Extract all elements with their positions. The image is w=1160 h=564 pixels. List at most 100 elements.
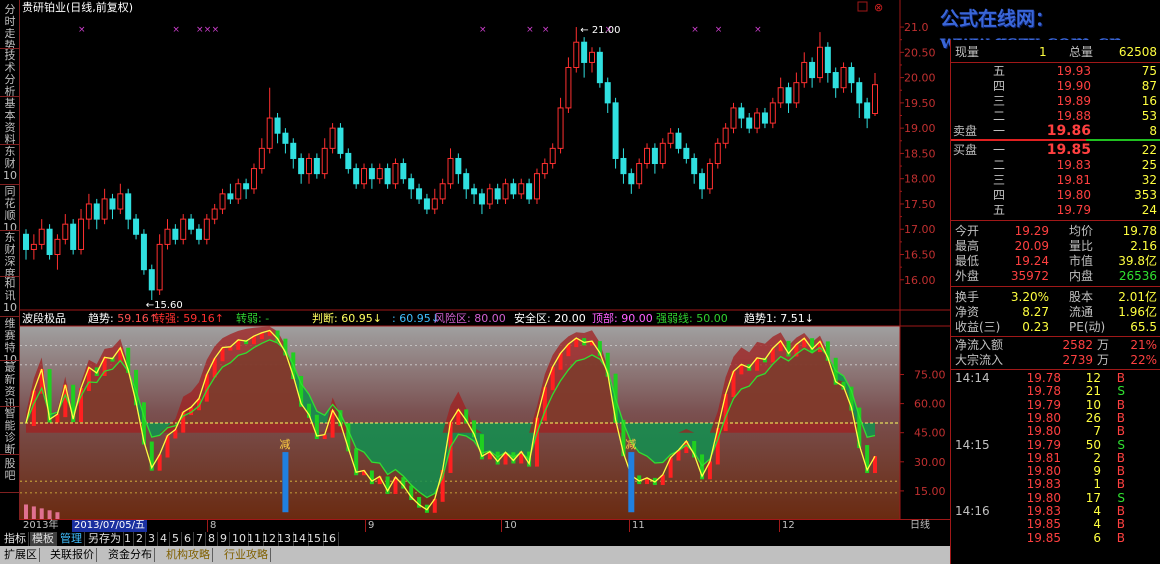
toolbar-item-5[interactable]: 2 xyxy=(134,532,146,546)
bottom-tab-0[interactable]: 扩展区 xyxy=(2,548,40,562)
candle-body xyxy=(188,218,195,230)
price-tick-label: 20.00 xyxy=(904,72,936,85)
cell: 19.86 xyxy=(1046,123,1091,139)
kline-chart-area[interactable]: 21.0 20.50 20.00 19.50 19.00 18.50 18.00 17.50 1… xyxy=(20,0,950,520)
candle-body xyxy=(714,142,721,165)
cell: 流通 xyxy=(1069,305,1094,319)
toolbar-item-12[interactable]: 9 xyxy=(218,532,230,546)
candle-body xyxy=(518,183,525,195)
toolbar-item-8[interactable]: 5 xyxy=(170,532,182,546)
logo: 公式在线网：www.gszx.com.cn xyxy=(936,0,1160,53)
cell: PE(动) xyxy=(1069,320,1106,334)
signal-mark: × xyxy=(196,25,204,35)
price-min-label: ←15.60 xyxy=(146,300,183,311)
left-tab-7[interactable]: 维赛特10 xyxy=(2,318,18,366)
candle-body xyxy=(93,203,100,220)
tick-row: 19.85 6 B xyxy=(951,531,1160,546)
toolbar-item-6[interactable]: 3 xyxy=(146,532,158,546)
left-tab-1[interactable]: 技术分析 xyxy=(2,50,18,98)
toolbar-item-7[interactable]: 4 xyxy=(158,532,170,546)
signal-mark: × xyxy=(78,25,86,35)
candle-body xyxy=(510,183,517,195)
candle-body xyxy=(408,178,415,190)
separator xyxy=(951,286,1160,287)
left-tab-4[interactable]: 同花顺10 xyxy=(2,186,18,234)
candle-body xyxy=(659,142,666,165)
bottom-tab-1[interactable]: 关联报价 xyxy=(48,548,97,562)
ask-row: 卖盘 一 19.86 8 xyxy=(951,124,1160,139)
toolbar-item-0[interactable]: 指标 xyxy=(2,532,29,546)
toolbar-item-3[interactable]: 另存为 xyxy=(86,532,124,546)
toolbar-item-1[interactable]: 模板 xyxy=(30,532,57,546)
candle-body xyxy=(589,51,595,63)
left-tab-5[interactable]: 东财深度 xyxy=(2,232,18,280)
indicator-item-5: 风险区: 80.00 xyxy=(434,311,506,325)
price-tick-label: 19.50 xyxy=(904,97,936,110)
left-tab-8[interactable]: 最新资讯 xyxy=(2,362,18,410)
left-tab-6[interactable]: 和讯10 xyxy=(2,278,18,314)
toolbar-item-4[interactable]: 1 xyxy=(122,532,134,546)
cell: 22 xyxy=(1141,143,1157,157)
cell: 26536 xyxy=(1118,269,1157,283)
cell: 一 xyxy=(993,143,1006,157)
signal-mark: × xyxy=(204,25,212,35)
price-tick-label: 18.50 xyxy=(904,147,936,160)
left-tab-10[interactable]: 股吧 xyxy=(2,458,18,490)
separator xyxy=(951,220,1160,221)
fund-row: 净资 8.27 流通 1.96亿 xyxy=(951,305,1160,320)
candle-body xyxy=(361,168,368,185)
signal-mark: × xyxy=(212,25,220,35)
bottom-tab-3[interactable]: 机构攻略 xyxy=(164,548,213,562)
indicator-item-0: 趋势: 59.16↑ xyxy=(88,312,158,325)
signal-mark: × xyxy=(691,25,699,35)
volume-stub xyxy=(31,506,36,520)
left-tab-0[interactable]: 分时走势 xyxy=(2,4,18,52)
signal-mark: × xyxy=(542,25,550,35)
left-tab-9[interactable]: 智能诊断 xyxy=(2,408,18,456)
cell: 19.81 xyxy=(1056,173,1091,187)
candle-body xyxy=(274,117,281,134)
candle-body xyxy=(211,208,218,220)
left-tab-3[interactable]: 东财10 xyxy=(2,146,18,182)
indicator-item-8: 强弱线: 50.00 xyxy=(656,311,728,325)
cell: 2582 xyxy=(1062,338,1093,352)
candle-body xyxy=(345,152,352,170)
quote-panel: 现量 1 总量 62508 五 19.93 75 四 19.90 87 三 19.89 16 二 19.88… xyxy=(950,40,1160,564)
toolbar-item-10[interactable]: 7 xyxy=(194,532,206,546)
candle-body xyxy=(109,198,116,210)
candle-body xyxy=(793,82,800,104)
left-tab-2[interactable]: 基本资料 xyxy=(2,98,18,146)
ind-tick-label: 60.00 xyxy=(914,398,946,411)
candle-body xyxy=(101,198,108,220)
toolbar-item-9[interactable]: 6 xyxy=(182,532,194,546)
indicator-item-6: 安全区: 20.00 xyxy=(514,311,586,325)
price-tick-label: 17.50 xyxy=(904,198,936,211)
bottom-tab-2[interactable]: 资金分布 xyxy=(106,548,155,562)
bottom-tab-4[interactable]: 行业攻略 xyxy=(222,548,271,562)
cell: 量比 xyxy=(1069,239,1094,253)
candle-body xyxy=(156,243,163,291)
candle-body xyxy=(581,41,588,63)
cell: 19.93 xyxy=(1056,64,1091,78)
candle-body xyxy=(746,117,753,129)
toolbar-item-19[interactable]: 16 xyxy=(320,532,339,546)
indicator-item-2: 转弱: - xyxy=(236,311,269,325)
toolbar: 指标 模板 管理 另存为 1 2 3 4 5 6 7 8 9 10 11 12 13 14 15 16 xyxy=(0,532,950,546)
cell: 19.88 xyxy=(1056,109,1091,123)
reduce-label: 减 xyxy=(625,438,636,451)
cell: 16 xyxy=(1141,94,1157,108)
candle-body xyxy=(667,132,674,144)
reduce-marker-1 xyxy=(282,452,289,513)
close-icon[interactable]: ⊗ xyxy=(874,1,883,14)
cell: 19.78 xyxy=(1122,224,1157,238)
kline-svg[interactable]: 21.0 20.50 20.00 19.50 19.00 18.50 18.00 17.50 1… xyxy=(20,0,950,520)
candle-body xyxy=(699,173,706,190)
candle-body xyxy=(526,183,533,200)
candle-body xyxy=(227,193,234,200)
toolbar-item-11[interactable]: 8 xyxy=(206,532,218,546)
candle-body xyxy=(423,198,430,210)
candle-body xyxy=(117,193,124,210)
toolbar-item-2[interactable]: 管理 xyxy=(58,532,85,546)
ask-row: 四 19.90 87 xyxy=(951,79,1160,94)
reduce-marker-2 xyxy=(628,452,635,513)
